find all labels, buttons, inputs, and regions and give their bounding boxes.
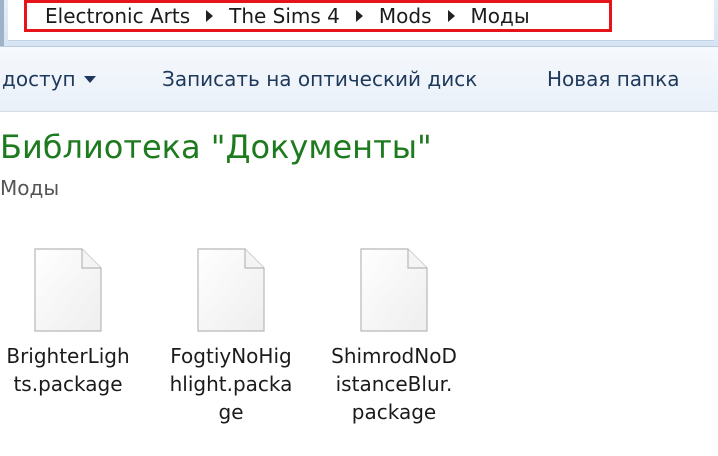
new-folder-button[interactable]: Новая папка [547,67,679,91]
breadcrumb-mody[interactable]: Моды [471,4,530,28]
share-with-button[interactable]: доступ [2,67,96,91]
breadcrumb-the-sims-4[interactable]: The Sims 4 [229,4,340,28]
address-bar: Electronic Arts The Sims 4 Mods Моды [0,0,718,47]
library-subtitle: Моды [0,176,60,200]
address-field[interactable]: Electronic Arts The Sims 4 Mods Моды [8,0,714,41]
library-title: Библиотека "Документы" [0,128,432,166]
document-icon [34,248,102,332]
breadcrumb: Electronic Arts The Sims 4 Mods Моды [24,0,612,32]
dropdown-arrow-icon [83,75,96,83]
breadcrumb-electronic-arts[interactable]: Electronic Arts [45,4,190,28]
file-item-fogtiynohighlight[interactable]: FogtiyNoHighlight.package [161,248,301,426]
file-name: ShimrodNoDistanceBlur.package [331,344,457,424]
share-with-label: доступ [2,67,76,91]
file-item-shimrodnodistanceblur[interactable]: ShimrodNoDistanceBlur.package [324,248,464,426]
document-icon [197,248,265,332]
command-toolbar: доступ Записать на оптический диск Новая… [0,47,718,112]
breadcrumb-mods[interactable]: Mods [379,4,432,28]
file-name: BrighterLights.package [6,344,130,396]
file-item-brighterlights[interactable]: BrighterLights.package [0,248,138,398]
address-bar-edge [0,0,4,46]
burn-to-disc-button[interactable]: Записать на оптический диск [162,67,477,91]
breadcrumb-separator-icon[interactable] [206,10,214,22]
document-icon [360,248,428,332]
breadcrumb-separator-icon[interactable] [447,10,455,22]
breadcrumb-separator-icon[interactable] [355,10,363,22]
file-name: FogtiyNoHighlight.package [169,344,293,424]
